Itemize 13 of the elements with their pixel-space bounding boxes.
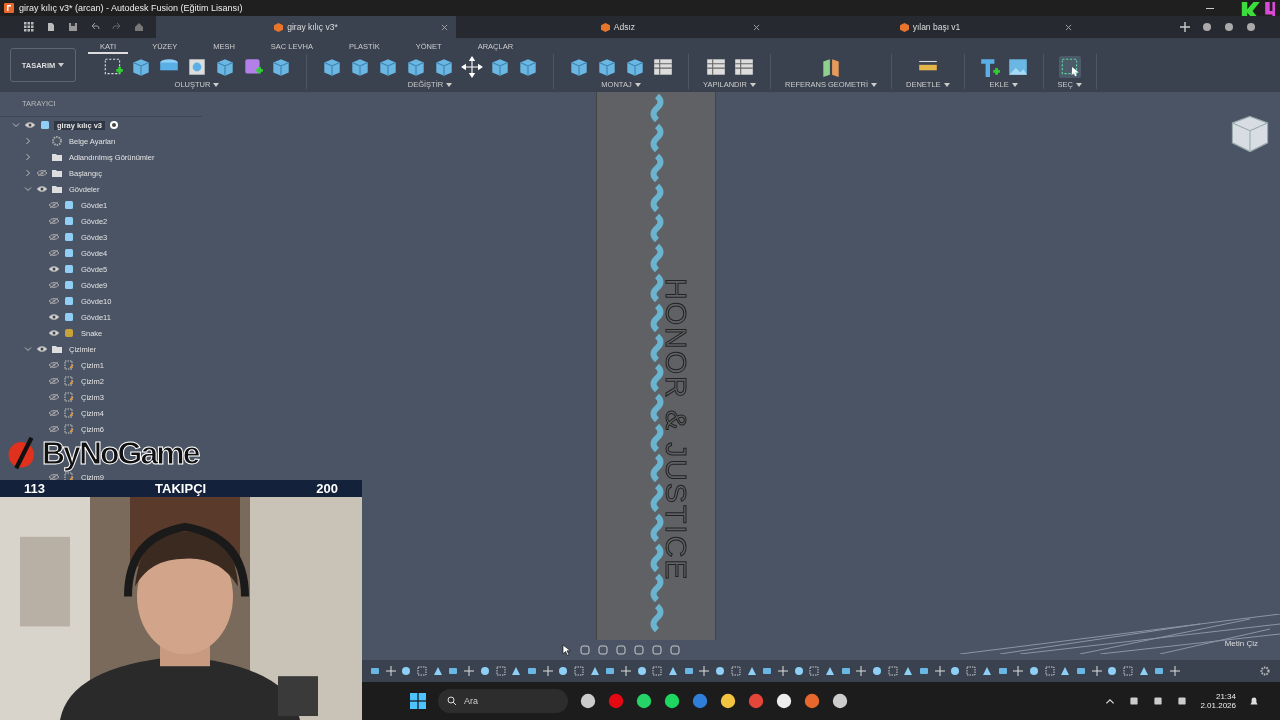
engraved-text: HONOR & JUSTICE — [659, 278, 693, 582]
follower-label: TAKIPÇI — [155, 481, 207, 496]
window-title: giray kılıç v3* (arcan) - Autodesk Fusion (Eğitim Lisansı) — [19, 3, 243, 13]
document-tab[interactable]: giray kılıç v3* — [156, 16, 456, 38]
follower-goal: 200 — [316, 481, 338, 496]
document-tab[interactable]: yılan başı v1 — [780, 16, 1080, 38]
command-hint: Metin Çiz — [1224, 639, 1258, 648]
search-field[interactable]: Ara — [438, 689, 568, 713]
follower-count: 113 — [24, 481, 45, 496]
document-tab[interactable]: Adsız — [468, 16, 768, 38]
clock-time[interactable]: 21:34 — [1215, 692, 1236, 701]
logo-text: ByNoGame — [42, 437, 199, 469]
clock-date[interactable]: 2.01.2026 — [1200, 701, 1236, 710]
